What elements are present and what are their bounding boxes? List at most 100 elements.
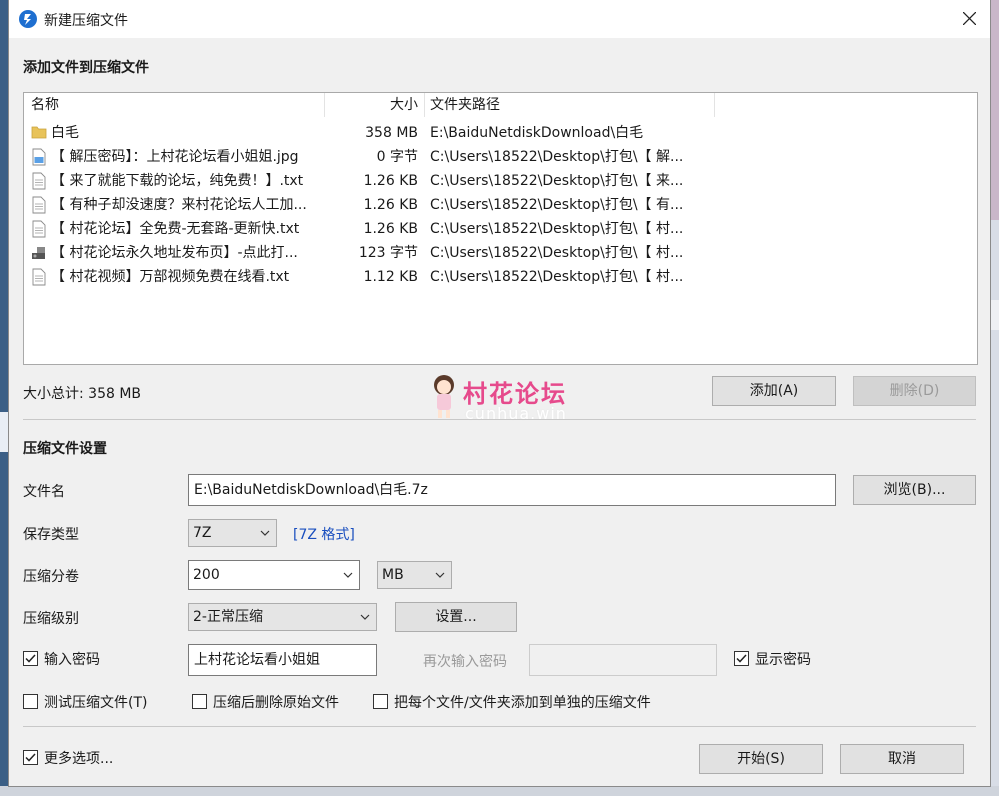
checkbox-checked-icon: [23, 750, 38, 765]
text-file-icon: [31, 196, 47, 214]
list-item[interactable]: 【 村花视频】万部视频免费在线看.txt 1.12 KB C:\Users\18…: [24, 265, 977, 289]
list-item[interactable]: 白毛 358 MB E:\BaiduNetdiskDownload\白毛: [24, 121, 977, 145]
list-item[interactable]: 【 来了就能下载的论坛，纯免费！】.txt 1.26 KB C:\Users\1…: [24, 169, 977, 193]
shortcut-file-icon: [31, 244, 47, 262]
file-size: 123 字节: [358, 245, 418, 261]
show-password-label: 显示密码: [755, 652, 811, 668]
file-name: 【 来了就能下载的论坛，纯免费！】.txt: [51, 173, 304, 189]
save-type-label: 保存类型: [23, 527, 79, 543]
more-options-checkbox[interactable]: 更多选项...: [23, 750, 113, 768]
checkbox-unchecked-icon: [23, 694, 38, 709]
each-separate-label: 把每个文件/文件夹添加到单独的压缩文件: [394, 695, 651, 711]
more-options-label: 更多选项...: [44, 751, 114, 767]
column-header-path[interactable]: 文件夹路径: [430, 93, 500, 117]
watermark-logo: 村花论坛 cunhua.win: [427, 372, 607, 424]
chevron-down-icon: [435, 562, 445, 597]
split-volume-combo[interactable]: 200: [188, 560, 360, 590]
file-size: 1.12 KB: [363, 269, 418, 285]
window-title: 新建压缩文件: [44, 13, 128, 29]
checkbox-checked-icon: [23, 651, 38, 666]
list-item[interactable]: 【 解压密码】：上村花论坛看小姐姐.jpg 0 字节 C:\Users\1852…: [24, 145, 977, 169]
compression-level-select[interactable]: 2-正常压缩: [188, 603, 377, 631]
column-header-size[interactable]: 大小: [324, 93, 418, 117]
new-archive-dialog: 新建压缩文件 添加文件到压缩文件 名称 大小 文件夹路径 白毛 358 MB E…: [9, 0, 990, 786]
text-file-icon: [31, 268, 47, 286]
background-window-edge: [990, 0, 999, 796]
section-divider: [23, 419, 976, 420]
format-link[interactable]: [7Z 格式]: [293, 524, 355, 544]
text-file-icon: [31, 172, 47, 190]
file-path: C:\Users\18522\Desktop\打包\【 来...: [430, 173, 684, 189]
add-button[interactable]: 添加(A): [712, 376, 836, 406]
reenter-password-label: 再次输入密码: [423, 654, 507, 670]
chevron-down-icon: [360, 604, 370, 639]
file-path: E:\BaiduNetdiskDownload\白毛: [430, 125, 644, 141]
file-size: 0 字节: [376, 149, 418, 165]
file-size: 1.26 KB: [363, 173, 418, 189]
file-path: C:\Users\18522\Desktop\打包\【 解...: [430, 149, 684, 165]
app-logo-icon: [19, 10, 37, 28]
password-input[interactable]: 上村花论坛看小姐姐: [188, 644, 377, 676]
enter-password-checkbox[interactable]: 输入密码: [23, 651, 100, 669]
text-file-icon: [31, 220, 47, 238]
split-volume-label: 压缩分卷: [23, 569, 79, 585]
settings-button[interactable]: 设置...: [395, 602, 517, 632]
file-name: 【 村花论坛】全免费-无套路-更新快.txt: [51, 221, 300, 237]
delete-after-label: 压缩后删除原始文件: [213, 695, 339, 711]
file-name: 【 村花论坛永久地址发布页】-点此打...: [51, 245, 298, 261]
list-item[interactable]: 【 村花论坛】全免费-无套路-更新快.txt 1.26 KB C:\Users\…: [24, 217, 977, 241]
total-size: 大小总计: 358 MB: [23, 386, 142, 402]
chevron-down-icon: [260, 520, 270, 555]
file-size: 358 MB: [365, 125, 418, 141]
background-taskbar-edge: [0, 786, 999, 796]
filename-input[interactable]: E:\BaiduNetdiskDownload\白毛.7z: [188, 474, 836, 506]
cancel-button[interactable]: 取消: [840, 744, 964, 774]
file-path: C:\Users\18522\Desktop\打包\【 村...: [430, 269, 684, 285]
file-name: 【 有种子却没速度？来村花论坛人工加...: [51, 197, 307, 213]
close-button[interactable]: [949, 0, 990, 38]
save-type-value: 7Z: [193, 525, 212, 541]
section-divider: [23, 726, 976, 727]
save-type-select[interactable]: 7Z: [188, 519, 277, 547]
close-icon: [963, 12, 976, 25]
file-path: C:\Users\18522\Desktop\打包\【 村...: [430, 221, 684, 237]
each-separate-checkbox[interactable]: 把每个文件/文件夹添加到单独的压缩文件: [373, 694, 651, 712]
file-list[interactable]: 名称 大小 文件夹路径 白毛 358 MB E:\BaiduNetdiskDow…: [23, 92, 978, 365]
title-bar: 新建压缩文件: [9, 0, 990, 38]
file-name: 【 村花视频】万部视频免费在线看.txt: [51, 269, 290, 285]
watermark-subtitle: cunhua.win: [465, 404, 567, 423]
file-path: C:\Users\18522\Desktop\打包\【 有...: [430, 197, 684, 213]
split-unit-select[interactable]: MB: [377, 561, 452, 589]
column-header-name[interactable]: 名称: [31, 93, 59, 117]
delete-after-checkbox[interactable]: 压缩后删除原始文件: [192, 694, 339, 712]
split-unit-value: MB: [382, 567, 404, 583]
archive-settings-heading: 压缩文件设置: [23, 441, 107, 457]
list-item[interactable]: 【 有种子却没速度？来村花论坛人工加... 1.26 KB C:\Users\1…: [24, 193, 977, 217]
show-password-checkbox[interactable]: 显示密码: [734, 651, 811, 669]
split-volume-value: 200: [193, 567, 220, 583]
delete-button[interactable]: 删除(D): [853, 376, 976, 406]
checkbox-checked-icon: [734, 651, 749, 666]
file-size: 1.26 KB: [363, 221, 418, 237]
file-name: 白毛: [51, 125, 79, 141]
checkbox-unchecked-icon: [373, 694, 388, 709]
add-files-heading: 添加文件到压缩文件: [23, 60, 149, 76]
chevron-down-icon: [343, 561, 353, 589]
compression-level-label: 压缩级别: [23, 611, 79, 627]
filename-label: 文件名: [23, 484, 65, 500]
mascot-icon: [434, 375, 454, 418]
test-archive-label: 测试压缩文件(T): [44, 695, 148, 711]
start-button[interactable]: 开始(S): [699, 744, 823, 774]
enter-password-label: 输入密码: [44, 652, 100, 668]
compression-level-value: 2-正常压缩: [193, 609, 263, 625]
file-size: 1.26 KB: [363, 197, 418, 213]
reenter-password-input[interactable]: [529, 644, 717, 676]
file-name: 【 解压密码】：上村花论坛看小姐姐.jpg: [51, 149, 299, 165]
list-item[interactable]: 【 村花论坛永久地址发布页】-点此打... 123 字节 C:\Users\18…: [24, 241, 977, 265]
image-file-icon: [31, 148, 47, 166]
browse-button[interactable]: 浏览(B)...: [853, 475, 976, 505]
folder-icon: [31, 124, 47, 142]
test-archive-checkbox[interactable]: 测试压缩文件(T): [23, 694, 147, 712]
file-path: C:\Users\18522\Desktop\打包\【 村...: [430, 245, 684, 261]
checkbox-unchecked-icon: [192, 694, 207, 709]
